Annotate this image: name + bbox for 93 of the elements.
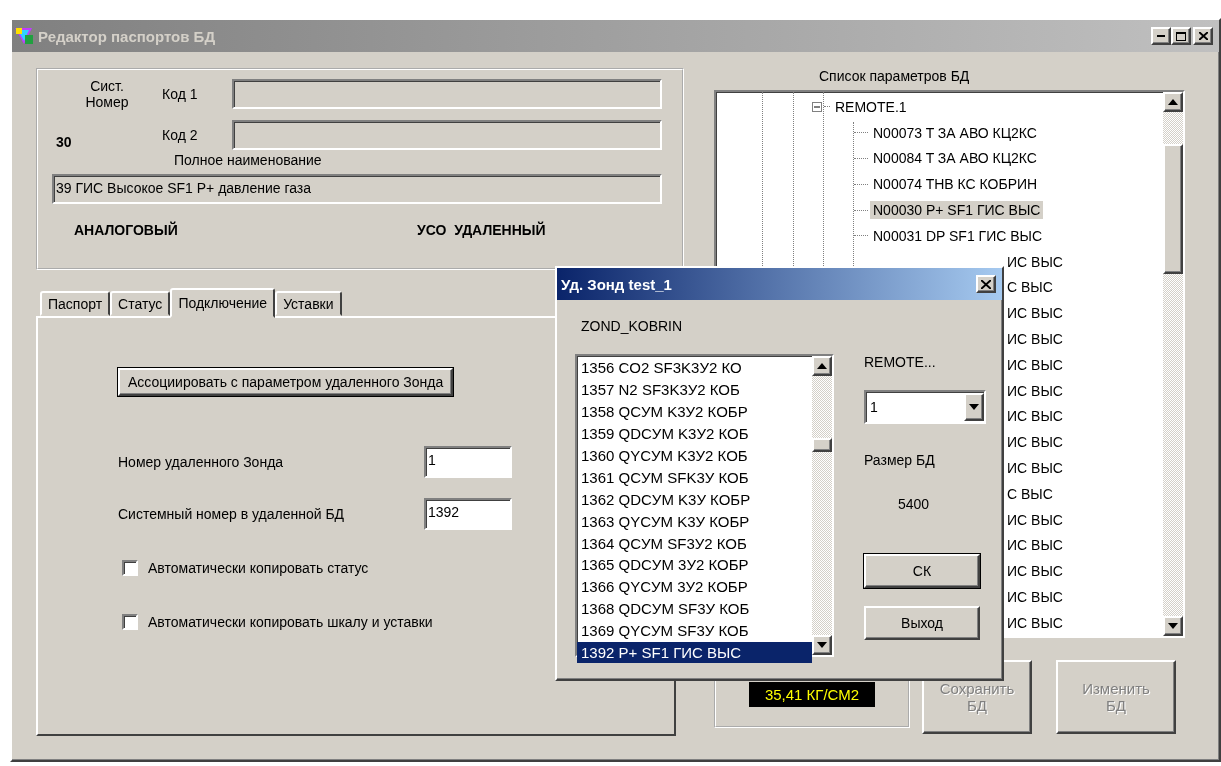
tree-item[interactable]: N00030 P+ SF1 ГИС ВЫС xyxy=(870,201,1044,220)
sys-number-label: Сист. Номер xyxy=(85,78,129,110)
scrollbar[interactable] xyxy=(812,356,832,655)
close-button[interactable] xyxy=(976,275,996,293)
list-item[interactable]: 1361 QCУM SFK3У КОБ xyxy=(577,466,812,489)
list-item[interactable]: 1357 N2 SF3K3У2 КОБ xyxy=(577,378,812,401)
sys-number: 30 xyxy=(56,134,72,150)
probe-name: ZOND_KOBRIN xyxy=(581,318,683,334)
dialog-title: Уд. Зонд test_1 xyxy=(561,275,673,293)
signal-type-label: АНАЛОГОВЫЙ xyxy=(74,222,178,238)
tree-item[interactable]: ИС ВЫС xyxy=(1004,381,1066,400)
code2-label: Код 2 xyxy=(162,127,198,143)
maximize-button[interactable] xyxy=(1171,27,1191,45)
tree-item[interactable]: С ВЫС xyxy=(1004,484,1056,503)
close-icon xyxy=(1198,32,1208,40)
maximize-icon xyxy=(1176,31,1186,41)
system-number-label: Системный номер в удаленной БД xyxy=(118,506,345,522)
tab[interactable]: Паспорт xyxy=(40,291,111,316)
list-item[interactable]: 1369 QYCУM SF3У КОБ xyxy=(577,619,812,642)
minimize-button[interactable] xyxy=(1151,27,1171,45)
tree-item[interactable]: N00031 DP SF1 ГИС ВЫС xyxy=(870,226,1046,245)
tree-item[interactable]: ИС ВЫС xyxy=(1004,510,1066,529)
dropdown-button[interactable] xyxy=(964,393,984,421)
tree-item[interactable]: ИС ВЫС xyxy=(1004,252,1066,271)
tree-item[interactable]: ИС ВЫС xyxy=(1004,562,1066,581)
scrollbar[interactable] xyxy=(1163,92,1183,636)
tree-item[interactable]: ИС ВЫС xyxy=(1004,433,1066,452)
down-arrow-icon xyxy=(1168,623,1178,629)
tree-item[interactable]: ИС ВЫС xyxy=(1004,536,1066,555)
tree-item[interactable]: N00074 THB КС КОБРИН xyxy=(870,175,1041,194)
window-title: Редактор паспортов БД xyxy=(38,27,217,45)
system-number-field[interactable]: 1392 xyxy=(424,498,512,530)
minimize-icon xyxy=(1157,35,1165,37)
tab[interactable]: Уставки xyxy=(275,291,342,316)
list-item[interactable]: 1362 QDCУM K3У КОБР xyxy=(577,488,812,511)
db-size-value: 5400 xyxy=(897,496,931,512)
list-item[interactable]: 1365 QDCУM 3У2 КОБР xyxy=(577,554,812,576)
checkbox[interactable] xyxy=(122,560,138,576)
app-icon xyxy=(14,26,34,46)
scroll-thumb[interactable] xyxy=(1163,144,1183,274)
tree-title: Список параметров БД xyxy=(819,68,970,84)
scroll-thumb[interactable] xyxy=(812,438,832,452)
scroll-down-button[interactable] xyxy=(1163,616,1183,636)
tree-item[interactable]: ИС ВЫС xyxy=(1004,304,1066,323)
list-item[interactable]: 1359 QDCУM K3У2 КОБ xyxy=(577,422,812,445)
remote-select[interactable]: 1 xyxy=(864,390,986,424)
up-arrow-icon xyxy=(817,363,827,369)
up-arrow-icon xyxy=(1168,99,1178,105)
checkbox-label: Автоматически копировать статус xyxy=(148,560,369,576)
list-item[interactable]: 1363 QYCУM K3У КОБР xyxy=(577,510,812,533)
code1-label: Код 1 xyxy=(162,86,198,102)
close-icon xyxy=(981,279,991,289)
full-name-field[interactable]: 39 ГИС Высокое SF1 P+ давление газа xyxy=(52,174,662,204)
down-arrow-icon xyxy=(817,642,827,648)
tree-item[interactable]: N00073 T ЗА АВО КЦ2КС xyxy=(870,123,1040,142)
checkbox-label: Автоматически копировать шкалу и уставки xyxy=(148,614,433,630)
list-item[interactable]: 1364 QCУM SF3У2 КОБ xyxy=(577,532,812,554)
ok-button[interactable]: СК xyxy=(864,554,980,588)
list-item[interactable]: 1358 QCУM K3У2 КОБР xyxy=(577,400,812,423)
uso-label: УСО УДАЛЕННЫЙ xyxy=(417,222,546,238)
scroll-down-button[interactable] xyxy=(812,635,832,655)
list-item[interactable]: 1366 QYCУM 3У2 КОБР xyxy=(577,575,812,598)
remote-label: REMOTE... xyxy=(864,354,937,370)
tree-item[interactable]: ИС ВЫС xyxy=(1004,613,1066,632)
tree-item[interactable]: ИС ВЫС xyxy=(1004,588,1066,607)
list-item[interactable]: 1392 P+ SF1 ГИС ВЫС xyxy=(577,641,812,664)
scroll-up-button[interactable] xyxy=(1163,92,1183,112)
list-item[interactable]: 1368 QDCУM SF3У КОБ xyxy=(577,597,812,620)
tree-item[interactable]: ИС ВЫС xyxy=(1004,330,1066,349)
value-display: 35,41 КГ/СМ2 xyxy=(748,681,876,707)
scroll-up-button[interactable] xyxy=(812,356,832,376)
tree-item[interactable]: ИС ВЫС xyxy=(1004,355,1066,374)
list-item[interactable]: 1360 QYCУM K3У2 КОБ xyxy=(577,444,812,467)
checkbox[interactable] xyxy=(122,614,138,630)
tree-node[interactable]: REMOTE.1 xyxy=(832,97,910,116)
tab[interactable]: Статус xyxy=(110,291,171,316)
full-name-label: Полное наименование xyxy=(174,152,322,168)
code1-field[interactable] xyxy=(232,79,662,109)
list-item[interactable]: 1356 CO2 SF3K3У2 КО xyxy=(577,357,812,379)
probe-number-label: Номер удаленного Зонда xyxy=(118,454,284,470)
tree-item[interactable]: С ВЫС xyxy=(1004,278,1056,297)
close-button[interactable] xyxy=(1193,27,1213,45)
dropdown-icon xyxy=(969,404,979,410)
tree-item[interactable]: ИС ВЫС xyxy=(1004,407,1066,426)
associate-button[interactable]: Ассоциировать с параметром удаленного Зонда xyxy=(118,368,454,396)
probe-number-field[interactable]: 1 xyxy=(424,446,512,478)
db-size-label: Размер БД xyxy=(864,452,936,468)
tree-item[interactable]: ИС ВЫС xyxy=(1004,459,1066,478)
code2-field[interactable] xyxy=(232,120,662,150)
tree-item[interactable]: N00084 T ЗА АВО КЦ2КС xyxy=(870,149,1040,168)
collapse-icon[interactable] xyxy=(810,99,824,114)
exit-button[interactable]: Выход xyxy=(864,606,980,640)
tab[interactable]: Подключение xyxy=(170,288,276,318)
